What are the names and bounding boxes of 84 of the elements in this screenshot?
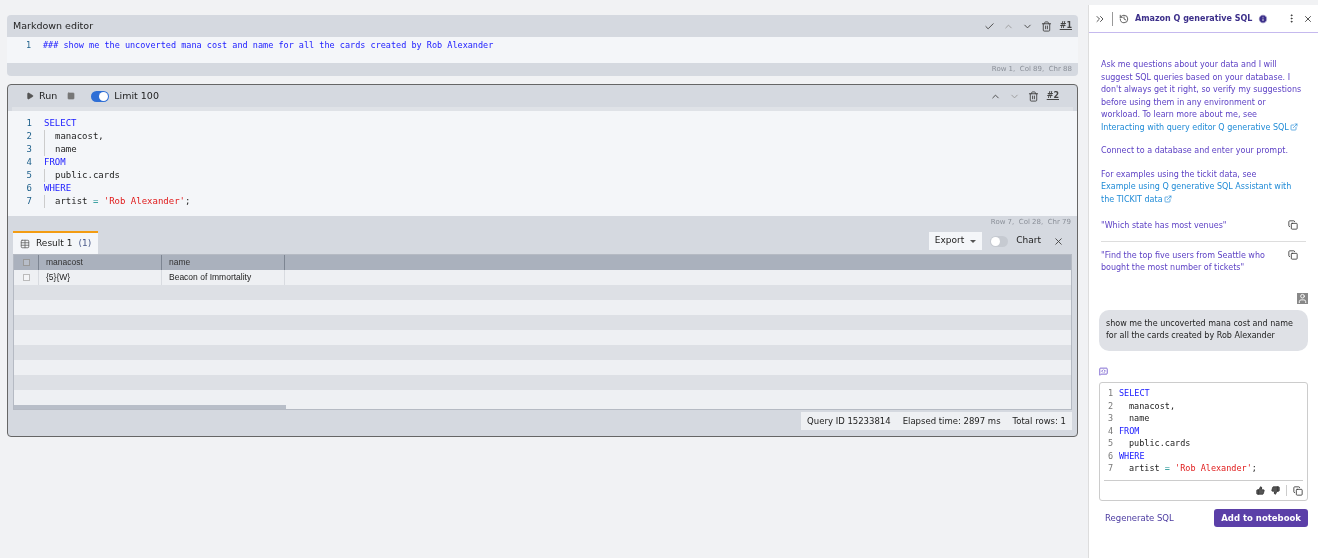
close-icon[interactable] [1303, 13, 1313, 24]
thumbs-up-icon[interactable] [1256, 486, 1265, 495]
line-number: 3 [25, 142, 33, 156]
code-token: SELECT [44, 116, 77, 130]
user-avatar-icon [1297, 292, 1308, 304]
checkbox[interactable] [22, 259, 30, 266]
status-text: Query ID 15233814 [806, 414, 892, 428]
markdown-editor[interactable]: 1 ### show me the uncoverted mana cost and name for all the cards created by Rob Alexander [7, 37, 1078, 63]
code-token: public.cards [1129, 437, 1191, 451]
info-icon[interactable] [1258, 13, 1269, 24]
code-token: 'Rob Alexander' [103, 194, 186, 208]
code-token: SELECT [1119, 387, 1150, 401]
intro-paragraph: Ask me questions about your data and I will suggest SQL queries based on your database. I don't always get it right, so verify my suggestions before using them in any environment or workload. To learn more about me, see Interacting with query editor Q generative SQL [1101, 59, 1306, 134]
intro-paragraph: Connect to a database and enter your prompt. [1101, 145, 1289, 157]
copy-icon[interactable] [1288, 249, 1298, 260]
result-tab[interactable]: Result 1 (1) [13, 231, 99, 254]
line-number: 2 [1106, 399, 1114, 413]
code-token: 'Rob Alexander' [1175, 462, 1252, 476]
code-token: manacost, [55, 129, 104, 143]
toggle-switch[interactable] [990, 235, 1009, 247]
add-to-notebook-button[interactable]: Add to notebook [1214, 509, 1308, 527]
toggle-switch[interactable] [91, 90, 110, 102]
line-number: 6 [25, 181, 33, 195]
line-number: 3 [1106, 412, 1114, 426]
status-text: Total rows: 1 [1011, 414, 1067, 428]
docs-link[interactable]: Interacting with query editor Q generative SQL [1101, 121, 1306, 134]
line-number: 5 [1106, 437, 1114, 451]
play-icon [26, 92, 34, 100]
limit-label: Limit 100 [114, 88, 159, 103]
stop-icon[interactable] [67, 92, 76, 100]
code-token: artist [55, 194, 88, 208]
example-prompt[interactable]: "Find the top five users from Seattle who bought the most number of tickets" [1101, 249, 1278, 275]
intro-paragraph: For examples using the tickit data, see Example using Q generative SQL Assistant with the TICKIT data [1101, 168, 1306, 206]
code-token: public.cards [55, 168, 121, 182]
line-number: 1 [24, 39, 32, 52]
code-token: = [92, 194, 99, 208]
line-number: 1 [1106, 387, 1114, 401]
code-token: FROM [1119, 424, 1140, 438]
line-number: 4 [25, 155, 33, 169]
check-icon[interactable] [983, 20, 995, 32]
prompt-bubble: show me the uncoverted mana cost and name for all the cards created by Rob Alexander [1099, 309, 1308, 351]
markdown-text: ### show me the uncoverted mana cost and name for all the cards created by Rob Alexander [43, 39, 494, 52]
code-token: manacost, [1129, 399, 1176, 413]
line-number: 7 [1106, 462, 1114, 476]
cell-title: Markdown editor [13, 18, 95, 33]
panel-title: Amazon Q generative SQL [1135, 12, 1253, 25]
copy-icon[interactable] [1293, 485, 1303, 496]
scrollbar[interactable] [14, 405, 286, 409]
docs-link[interactable]: Example using Q generative SQL Assistant with the TICKIT data [1101, 181, 1306, 206]
line-number: 4 [1106, 424, 1114, 438]
close-icon[interactable] [1053, 235, 1064, 247]
external-link-icon [1289, 123, 1298, 131]
regenerate-button[interactable]: Regenerate SQL [1099, 511, 1180, 525]
thumbs-down-icon[interactable] [1271, 486, 1280, 495]
line-number: 7 [25, 194, 33, 208]
line-number: 6 [1106, 449, 1114, 463]
assistant-icon [1099, 366, 1108, 376]
code-token: ; [1251, 462, 1257, 476]
code-token: name [55, 142, 77, 156]
delete-icon[interactable] [1040, 20, 1052, 32]
code-token: WHERE [44, 181, 72, 195]
run-button[interactable]: Run [26, 88, 58, 104]
line-number: 5 [25, 168, 33, 182]
external-link-icon [1163, 195, 1172, 203]
code-token: name [1129, 412, 1150, 426]
code-token: ; [185, 194, 191, 208]
code-token: artist [1129, 462, 1160, 476]
status-text: Elapsed time: 2897 ms [901, 414, 1002, 428]
sql-editor[interactable]: 1 SELECT 2 manacost, 3 name 4 FROM 5 public.cards 6 WHERE 7 artist = 'Rob Alexander'; [8, 111, 1077, 216]
example-prompt[interactable]: "Which state has most venues" [1101, 220, 1278, 233]
copy-icon[interactable] [1288, 220, 1298, 230]
code-token: FROM [44, 155, 66, 169]
code-token: WHERE [1119, 449, 1145, 463]
cell-number-link[interactable]: #1 [1059, 20, 1072, 32]
history-icon[interactable] [1119, 13, 1129, 24]
checkbox[interactable] [22, 274, 30, 281]
export-button[interactable]: Export [928, 232, 983, 250]
line-number: 1 [25, 116, 33, 130]
chart-label: Chart [1016, 234, 1041, 248]
cell-number-link[interactable]: #2 [1046, 90, 1059, 102]
line-number: 2 [25, 129, 33, 143]
table-icon [20, 238, 30, 249]
delete-icon[interactable] [1027, 90, 1039, 102]
code-token: = [1164, 462, 1170, 476]
